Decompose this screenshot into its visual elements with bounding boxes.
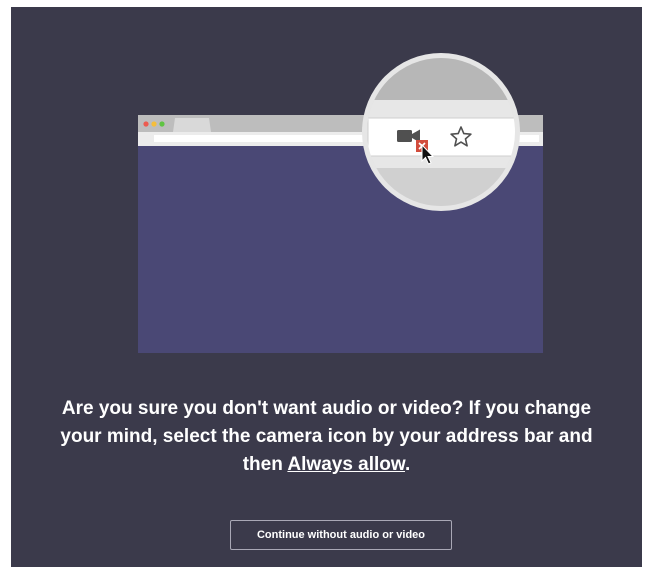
window-close-dot [143,121,149,127]
browser-permission-illustration [138,53,543,353]
continue-without-av-button[interactable]: Continue without audio or video [230,520,452,550]
magnified-addressbar [367,117,515,157]
always-allow-link[interactable]: Always allow [287,454,405,475]
browser-tab [173,118,211,132]
message-period: . [404,454,411,475]
permission-message: Are you sure you don't want audio or vid… [51,395,602,479]
window-minimize-dot [151,121,157,127]
dialog: Are you sure you don't want audio or vid… [11,7,642,567]
window-maximize-dot [159,121,165,127]
